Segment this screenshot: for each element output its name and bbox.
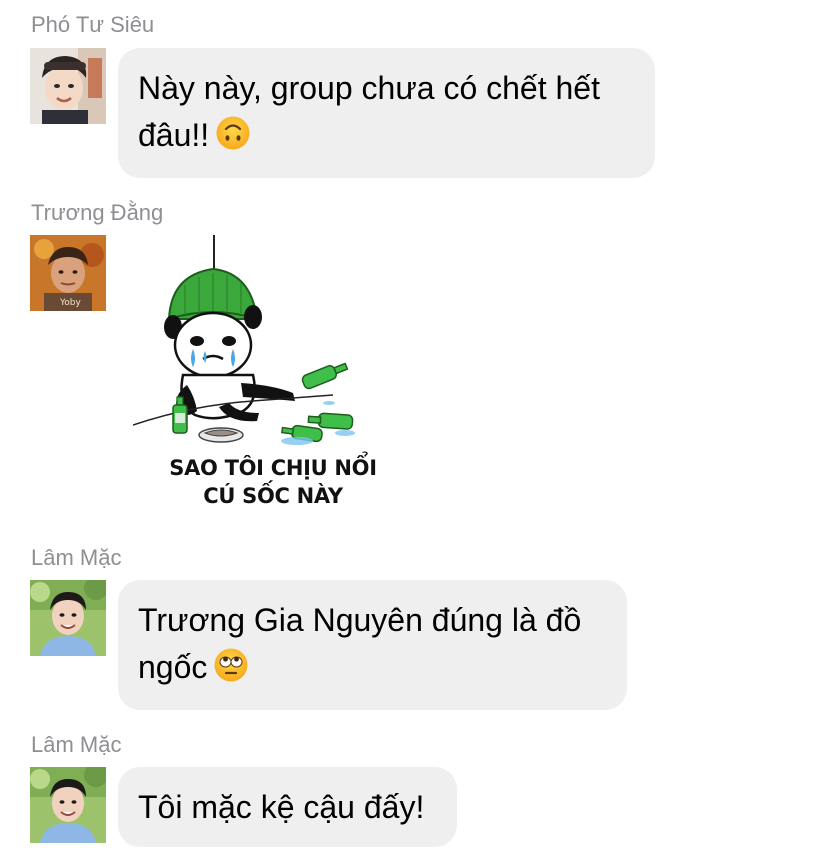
message-text: Tôi mặc kệ cậu đấy! xyxy=(138,789,425,825)
sender-name: Lâm Mặc xyxy=(31,732,122,757)
svg-text:Yoby: Yoby xyxy=(59,298,82,308)
profile-photo-icon: Yoby xyxy=(30,235,106,311)
upside-down-face-emoji-icon xyxy=(215,115,251,151)
message-text: Trương Gia Nguyên đúng là đồ ngốc xyxy=(138,602,582,685)
avatar[interactable] xyxy=(30,767,106,843)
profile-photo-icon xyxy=(30,767,106,843)
sticker-caption-line1: SAO TÔI CHỊU NỔI xyxy=(169,456,377,480)
message-bubble[interactable]: Tôi mặc kệ cậu đấy! xyxy=(118,767,457,847)
avatar[interactable] xyxy=(30,48,106,124)
profile-photo-icon xyxy=(30,48,106,124)
sticker[interactable]: SAO TÔI CHỊU NỔI CÚ SỐC NÀY xyxy=(133,235,413,508)
sticker-caption-line2: CÚ SỐC NÀY xyxy=(203,484,343,508)
profile-photo-icon xyxy=(30,580,106,656)
sender-name: Phó Tư Siêu xyxy=(31,12,155,37)
sender-name: Trương Đằng xyxy=(31,200,164,225)
sender-name: Lâm Mặc xyxy=(31,545,122,570)
message-bubble[interactable]: Này này, group chưa có chết hết đâu!! xyxy=(118,48,655,178)
eye-roll-face-emoji-icon xyxy=(213,647,249,683)
message-text: Này này, group chưa có chết hết đâu!! xyxy=(138,70,600,153)
message-bubble[interactable]: Trương Gia Nguyên đúng là đồ ngốc xyxy=(118,580,627,710)
avatar[interactable]: Yoby xyxy=(30,235,106,311)
avatar[interactable] xyxy=(30,580,106,656)
